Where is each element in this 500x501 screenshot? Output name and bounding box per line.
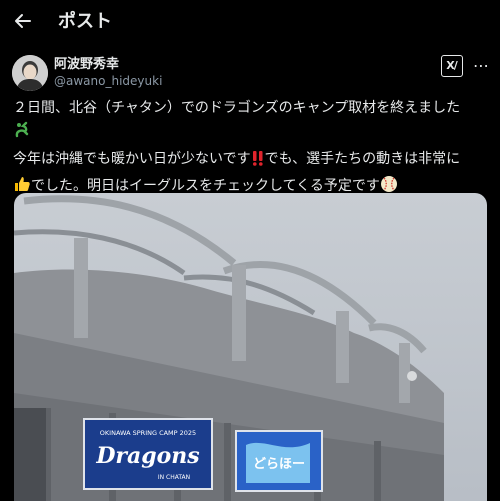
stadium-photo[interactable]: OKINAWA SPRING CAMP 2025 Dragons IN CHAT…	[14, 193, 487, 501]
right-banner-text: どらほー	[253, 457, 305, 472]
tweet-line-2a: 今年は沖縄でも暖かい日が少ないです	[13, 151, 251, 167]
tweet-line-1: ２日間、北谷（チャタン）でのドラゴンズのキャンプ取材を終えました	[13, 96, 491, 120]
page-title: ポスト	[58, 11, 112, 32]
banner-bottom-text: IN CHATAN	[158, 474, 190, 481]
avatar[interactable]	[12, 55, 48, 91]
top-bar: ポスト	[0, 0, 500, 44]
tweet-line-2b: でも、選手たちの動きは非常に	[264, 151, 461, 167]
dragon-emoji-icon	[13, 121, 31, 147]
arrow-left-icon[interactable]	[12, 10, 34, 32]
tweet-line-1-text: ２日間、北谷（チャタン）でのドラゴンズのキャンプ取材を終えました	[13, 100, 461, 116]
tweet-line-emoji	[13, 120, 491, 147]
banner-logo-text: Dragons	[95, 443, 199, 469]
double-exclamation-icon	[251, 150, 265, 174]
more-icon[interactable]: ⋯	[472, 56, 490, 76]
tweet-text: ２日間、北谷（チャタン）でのドラゴンズのキャンプ取材を終えました 今年は沖縄でも…	[13, 96, 491, 201]
tweet-line-2: 今年は沖縄でも暖かい日が少ないです でも、選手たちの動きは非常に	[13, 147, 491, 174]
banner-top-text: OKINAWA SPRING CAMP 2025	[100, 429, 196, 437]
tweet-line-3a: でした。明日はイーグルスをチェックしてくる予定です	[31, 178, 380, 194]
grok-icon[interactable]: X/	[441, 55, 463, 77]
author-display-name[interactable]: 阿波野秀幸	[54, 56, 119, 73]
author-handle[interactable]: @awano_hideyuki	[54, 73, 162, 89]
